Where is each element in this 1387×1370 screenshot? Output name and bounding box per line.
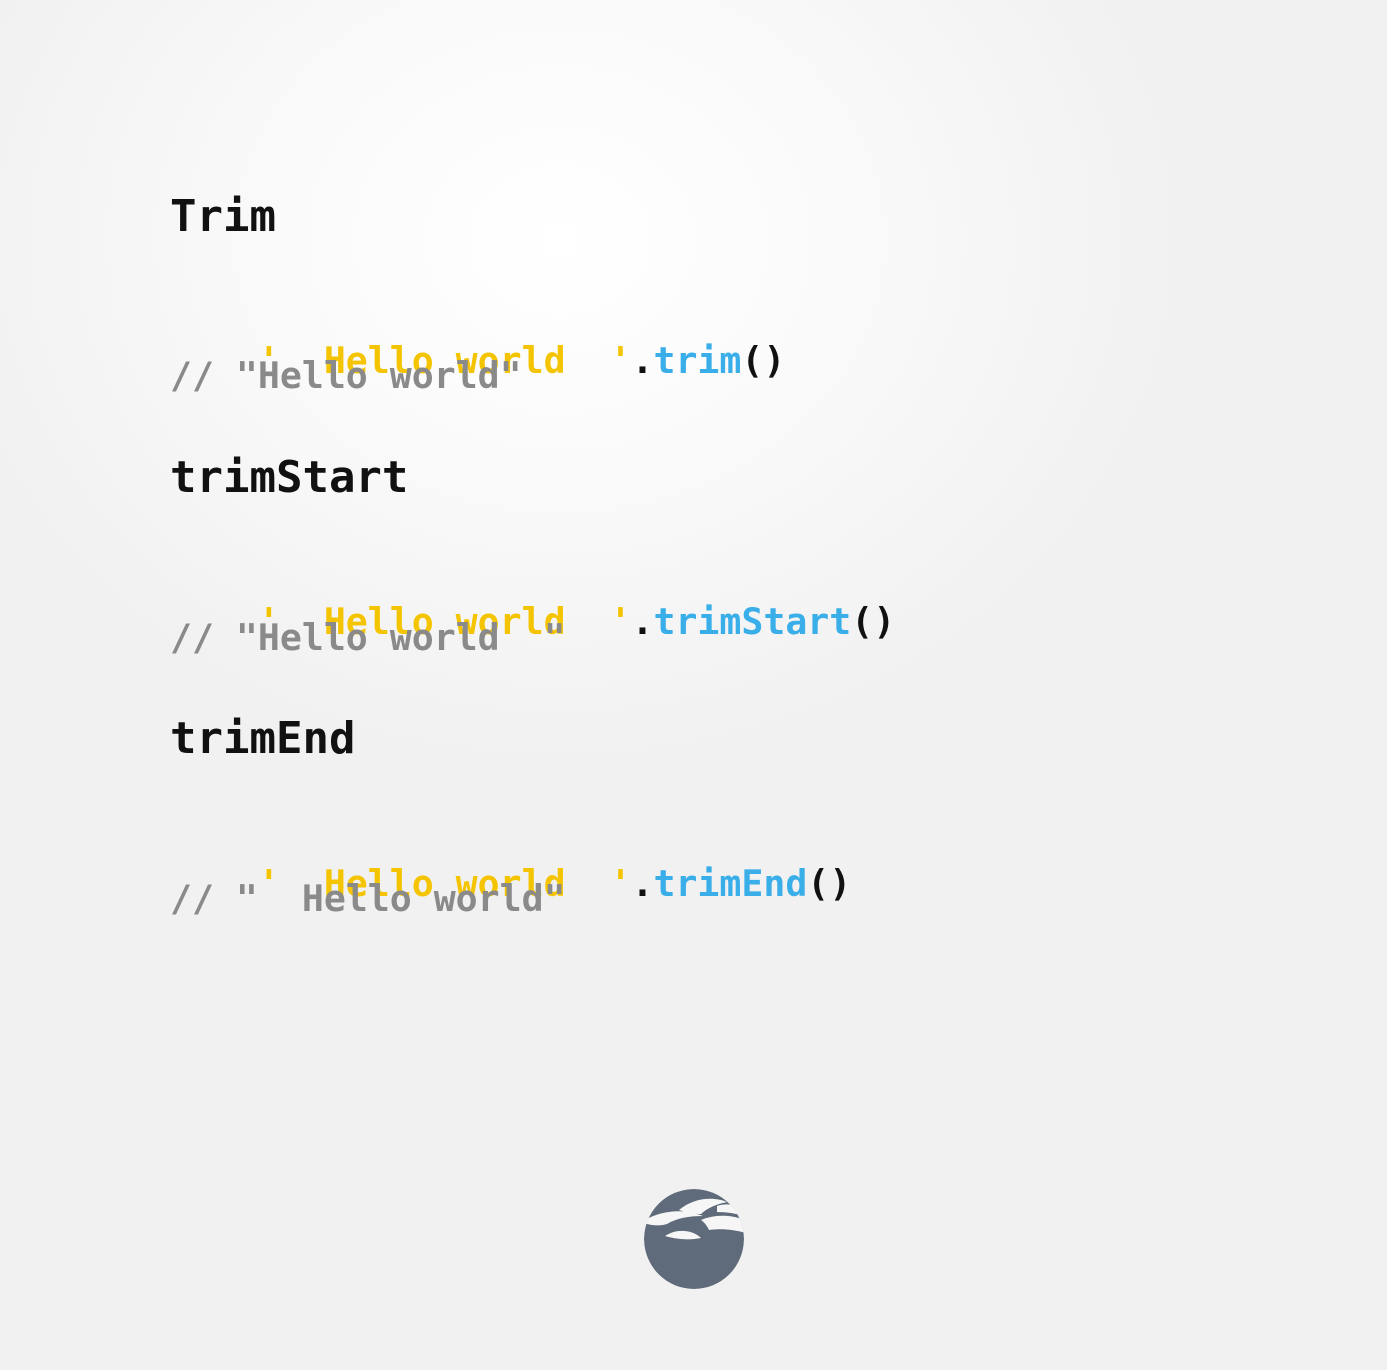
call-parens: () [741, 338, 786, 382]
leaf-moon-logo-icon [644, 1189, 744, 1289]
method-name: trimEnd [653, 861, 808, 905]
dot-operator: . [631, 861, 654, 905]
dot-operator: . [631, 599, 654, 643]
call-parens: () [807, 861, 852, 905]
result-comment-trim: // "Hello world" [170, 354, 522, 397]
result-comment-trimend: // " Hello world" [170, 877, 566, 920]
section-heading-trim: Trim [170, 191, 276, 242]
section-heading-trimend: trimEnd [170, 713, 356, 764]
dot-operator: . [631, 338, 654, 382]
result-comment-trimstart: // "Hello world " [170, 616, 566, 659]
method-name: trim [653, 338, 742, 382]
call-parens: () [851, 599, 896, 643]
method-name: trimStart [653, 599, 852, 643]
section-heading-trimstart: trimStart [170, 452, 409, 503]
